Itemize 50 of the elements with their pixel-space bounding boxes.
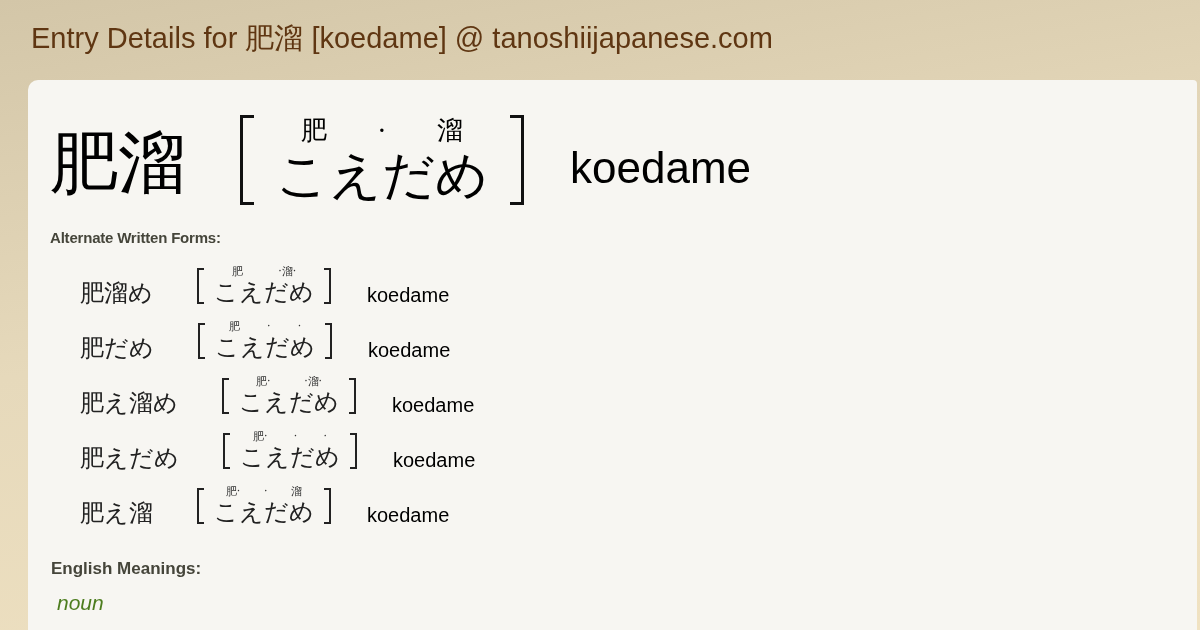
bracket-icon xyxy=(222,377,229,414)
romaji-text: koedame xyxy=(368,337,451,362)
furigana-text: · xyxy=(293,430,298,443)
alternate-form-text: 肥だめ xyxy=(80,333,154,362)
romaji-text: koedame xyxy=(570,143,751,193)
furigana-text: 肥 xyxy=(301,115,328,145)
furigana-text: ·溜· xyxy=(278,265,297,278)
reading-text: こえだめ xyxy=(215,333,315,361)
furigana-text: 肥· xyxy=(225,485,241,498)
alternate-form-text: 肥溜め xyxy=(80,278,153,307)
furigana-text: · xyxy=(297,320,302,333)
romaji-text: koedame xyxy=(367,502,450,527)
reading-text: こえだめ xyxy=(276,145,488,205)
alternate-form-text: 肥え溜 xyxy=(80,498,153,527)
alternate-form-text: 肥えだめ xyxy=(80,443,179,472)
section-heading: English Meanings: xyxy=(51,557,202,580)
alternate-form-text: 肥え溜め xyxy=(80,388,178,417)
reading-text: こえだめ xyxy=(214,278,314,306)
bracket-icon xyxy=(223,432,230,469)
furigana-text: ·溜· xyxy=(304,375,323,388)
headword-text: 肥溜 xyxy=(50,128,186,198)
reading-text: こえだめ xyxy=(239,388,339,416)
furigana-text: 肥 xyxy=(231,265,243,278)
furigana-text: · xyxy=(267,320,271,333)
bracket-icon xyxy=(197,487,204,524)
furigana-text: 肥 xyxy=(228,320,240,333)
furigana-text: · xyxy=(264,485,268,498)
reading-text: こえだめ xyxy=(240,443,340,471)
bracket-icon xyxy=(349,377,356,414)
furigana-text: 溜 xyxy=(436,115,463,145)
part-of-speech-text: noun xyxy=(57,590,104,617)
bracket-icon xyxy=(350,432,357,469)
romaji-text: koedame xyxy=(392,392,475,417)
reading-text: こえだめ xyxy=(214,498,314,526)
romaji-text: koedame xyxy=(367,282,450,307)
furigana-text: · xyxy=(323,430,327,443)
bracket-icon xyxy=(198,322,205,359)
furigana-text: · xyxy=(377,115,387,145)
furigana-text: 肥· xyxy=(253,430,268,443)
section-heading: Alternate Written Forms: xyxy=(50,227,221,248)
bracket-icon xyxy=(240,115,254,205)
bracket-icon xyxy=(197,267,204,304)
furigana-text: 肥· xyxy=(255,375,271,388)
page-title: Entry Details for 肥溜 [koedame] @ tanoshiijapanese.com xyxy=(31,21,773,55)
bracket-icon xyxy=(325,322,332,359)
bracket-icon xyxy=(510,115,524,205)
romaji-text: koedame xyxy=(393,447,476,472)
bracket-icon xyxy=(324,267,331,304)
bracket-icon xyxy=(324,487,331,524)
furigana-text: 溜 xyxy=(291,485,303,498)
